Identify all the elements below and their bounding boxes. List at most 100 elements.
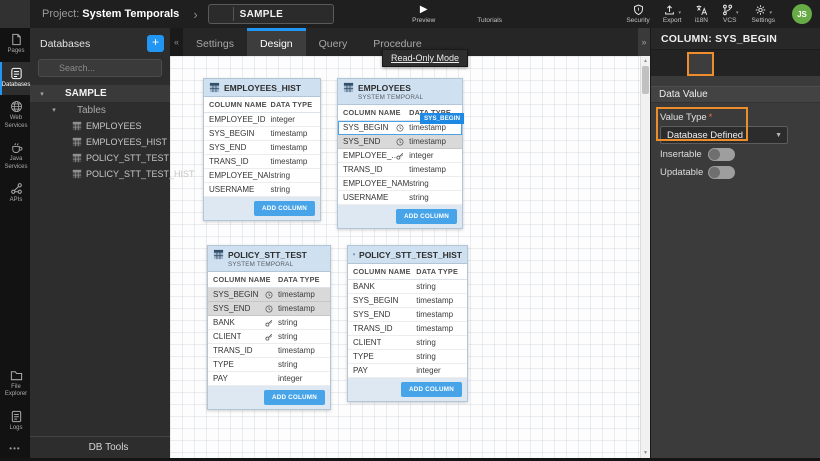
sidebar-item-label: Databases bbox=[1, 82, 31, 90]
column-row[interactable]: TRANS_IDtimestamp bbox=[208, 344, 330, 358]
sidebar-item-databases[interactable]: Databases bbox=[0, 62, 30, 96]
column-row[interactable]: TYPEstring bbox=[348, 350, 467, 364]
value-type-select[interactable]: Database Defined ▼ bbox=[660, 126, 788, 144]
sidebar-item-logs[interactable]: Logs bbox=[0, 405, 30, 439]
column-row[interactable]: TYPEstring bbox=[208, 358, 330, 372]
tree-node-table[interactable]: POLICY_STT_TEST_HIST bbox=[30, 166, 170, 182]
topbar-action-label: Settings bbox=[752, 17, 776, 24]
scrollbar-thumb[interactable] bbox=[642, 66, 649, 94]
sidebar-item-java-services[interactable]: Java Services bbox=[0, 136, 30, 177]
editor-toolbar bbox=[516, 28, 636, 56]
column-row[interactable]: PAYinteger bbox=[208, 372, 330, 386]
table-card-policy_stt_test_hist[interactable]: POLICY_STT_TEST_HISTCOLUMN NAMEDATA TYPE… bbox=[347, 245, 468, 402]
tab-design[interactable]: Design bbox=[247, 28, 306, 56]
topbar-action-security[interactable]: Security bbox=[626, 4, 649, 24]
column-name: SYS_BEGIN bbox=[353, 296, 398, 305]
sidebar-item-file-explorer[interactable]: File Explorer bbox=[0, 364, 30, 405]
tab-column-data[interactable] bbox=[687, 52, 714, 76]
table-card-employees[interactable]: EMPLOYEESSYSTEM TEMPORALCOLUMN NAMEDATA … bbox=[337, 78, 463, 229]
sidebar-item-apis[interactable]: APIs bbox=[0, 177, 30, 211]
table-card-header[interactable]: EMPLOYEESSYSTEM TEMPORAL bbox=[338, 79, 462, 105]
column-row[interactable]: SYS_ENDtimestamp bbox=[204, 141, 320, 155]
topbar-action-vcs[interactable]: ▾VCS bbox=[721, 4, 739, 24]
column-row[interactable]: EMPLOYEE_IDinteger bbox=[204, 113, 320, 127]
column-row[interactable]: SYS_BEGINtimestamp bbox=[204, 127, 320, 141]
topbar-action-i18n[interactable]: i18N bbox=[695, 4, 708, 24]
database-search[interactable] bbox=[38, 59, 162, 77]
database-icon bbox=[694, 58, 707, 71]
caret-down-icon[interactable]: ▾ bbox=[50, 106, 58, 114]
column-row[interactable]: EMPLOYEE_NAMEstring bbox=[338, 177, 462, 191]
app-logo[interactable] bbox=[0, 0, 30, 28]
topbar-action-export[interactable]: ▾Export bbox=[663, 4, 682, 24]
inspector-tabs bbox=[651, 50, 820, 76]
tree-node-table[interactable]: EMPLOYEES bbox=[30, 118, 170, 134]
column-row[interactable]: BANKstring bbox=[208, 316, 330, 330]
search-icon[interactable] bbox=[516, 35, 530, 49]
column-row[interactable]: EMPLOYEE_NAMEstring bbox=[204, 169, 320, 183]
apps-grid-icon[interactable] bbox=[315, 8, 327, 20]
column-row[interactable]: CLIENTstring bbox=[208, 330, 330, 344]
table-card-employees_hist[interactable]: EMPLOYEES_HISTCOLUMN NAMEDATA TYPEEMPLOY… bbox=[203, 78, 321, 221]
database-search-input[interactable] bbox=[57, 62, 155, 74]
add-database-button[interactable]: + bbox=[147, 35, 164, 52]
canvas-scrollbar[interactable]: ▲ ▼ bbox=[640, 56, 650, 461]
design-canvas[interactable]: ▲ ▼ EMPLOYEES_HISTCOLUMN NAMEDATA TYPEEM… bbox=[170, 56, 650, 461]
app-logo-icon bbox=[6, 5, 25, 24]
column-row[interactable]: EMPLOYEE_...integer bbox=[338, 149, 462, 163]
column-row[interactable]: SYS_BEGINtimestamp bbox=[348, 294, 467, 308]
collapse-left-panel-button[interactable]: « bbox=[170, 28, 183, 56]
tab-column-edit[interactable] bbox=[657, 52, 684, 76]
user-avatar[interactable]: JS bbox=[792, 4, 812, 24]
column-row[interactable]: SYS_BEGINtimestampSYS_BEGIN bbox=[338, 121, 462, 135]
topbar-action-settings[interactable]: ▾Settings bbox=[752, 4, 776, 24]
collapse-right-panel-button[interactable]: » bbox=[638, 28, 650, 56]
preview-button[interactable]: ▶ Preview bbox=[412, 4, 435, 24]
column-row[interactable]: TRANS_IDtimestamp bbox=[348, 322, 467, 336]
scroll-down-icon[interactable]: ▼ bbox=[641, 448, 650, 458]
undo-icon[interactable] bbox=[541, 35, 555, 49]
column-row[interactable]: SYS_BEGINtimestamp bbox=[208, 288, 330, 302]
column-row[interactable]: SYS_ENDtimestamp bbox=[208, 302, 330, 316]
column-name: SYS_BEGIN bbox=[209, 129, 254, 138]
column-row[interactable]: PAYinteger bbox=[348, 364, 467, 378]
tab-settings[interactable]: Settings bbox=[183, 28, 247, 56]
column-row[interactable]: USERNAMEstring bbox=[204, 183, 320, 197]
caret-down-icon[interactable]: ▾ bbox=[38, 90, 46, 98]
table-card-header[interactable]: POLICY_STT_TESTSYSTEM TEMPORAL bbox=[208, 246, 330, 272]
redo-icon[interactable] bbox=[566, 35, 580, 49]
scroll-up-icon[interactable]: ▲ bbox=[641, 56, 650, 66]
add-column-button[interactable]: ADD COLUMN bbox=[401, 382, 462, 397]
more-options-button[interactable]: ••• bbox=[0, 438, 30, 461]
column-row[interactable]: BANKstring bbox=[348, 280, 467, 294]
sidebar-item-label: Logs bbox=[1, 425, 31, 433]
tree-node-table[interactable]: EMPLOYEES_HIST bbox=[30, 134, 170, 150]
save-icon[interactable] bbox=[616, 35, 630, 49]
add-column-button[interactable]: ADD COLUMN bbox=[396, 209, 457, 224]
column-row[interactable]: SYS_ENDtimestamp bbox=[348, 308, 467, 322]
java-services-icon bbox=[10, 141, 23, 154]
column-row[interactable]: USERNAMEstring bbox=[338, 191, 462, 205]
tree-node-tables[interactable]: ▾ Tables bbox=[30, 102, 170, 118]
column-row[interactable]: CLIENTstring bbox=[348, 336, 467, 350]
column-row[interactable]: TRANS_IDtimestamp bbox=[338, 163, 462, 177]
table-card-header[interactable]: POLICY_STT_TEST_HIST bbox=[348, 246, 467, 264]
db-tools-button[interactable]: DB Tools bbox=[30, 436, 170, 458]
db-refresh-icon[interactable] bbox=[591, 35, 605, 49]
column-row[interactable]: TRANS_IDtimestamp bbox=[204, 155, 320, 169]
sidebar-item-web-services[interactable]: Web Services bbox=[0, 95, 30, 136]
tutorials-button[interactable]: Tutorials bbox=[477, 4, 502, 24]
add-column-button[interactable]: ADD COLUMN bbox=[264, 390, 325, 405]
table-card-policy_stt_test[interactable]: POLICY_STT_TESTSYSTEM TEMPORALCOLUMN NAM… bbox=[207, 245, 331, 410]
column-row[interactable]: SYS_ENDtimestamp bbox=[338, 135, 462, 149]
tab-query[interactable]: Query bbox=[306, 28, 361, 56]
tree-node-table[interactable]: POLICY_STT_TEST bbox=[30, 150, 170, 166]
add-column-button[interactable]: ADD COLUMN bbox=[254, 201, 315, 216]
sidebar-item-pages[interactable]: Pages bbox=[0, 28, 30, 62]
toggle-row-updatable: Updatable bbox=[660, 166, 735, 179]
tree-node-sample[interactable]: ▾ SAMPLE bbox=[30, 85, 170, 102]
resource-tab-sample[interactable]: SAMPLE bbox=[208, 4, 334, 24]
updatable-toggle[interactable] bbox=[708, 166, 735, 179]
insertable-toggle[interactable] bbox=[708, 148, 735, 161]
table-card-header[interactable]: EMPLOYEES_HIST bbox=[204, 79, 320, 97]
